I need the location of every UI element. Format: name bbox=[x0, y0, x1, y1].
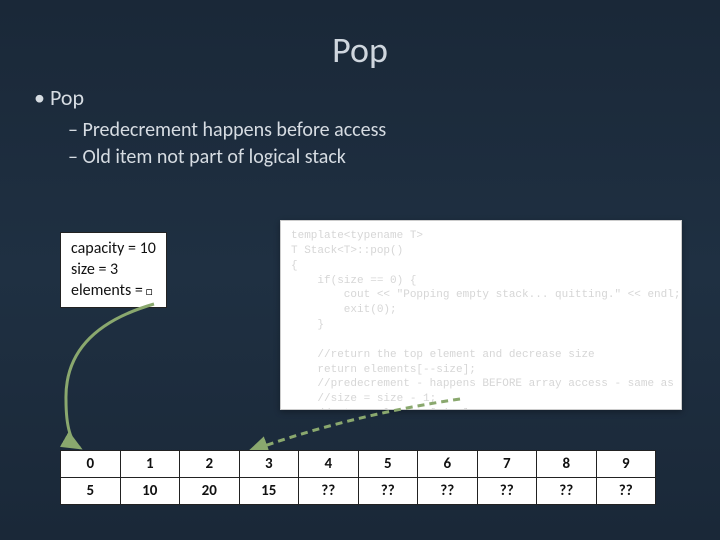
table-cell: 0 bbox=[61, 451, 121, 478]
state-size: size = 3 bbox=[71, 260, 156, 281]
table-cell: ?? bbox=[358, 478, 418, 505]
code-line: T Stack<T>::pop() bbox=[291, 245, 403, 257]
bullet-sub-1: Predecrement happens before access bbox=[68, 117, 720, 144]
table-cell: 5 bbox=[61, 478, 121, 505]
bullet-sub-2: Old item not part of logical stack bbox=[68, 144, 720, 171]
code-line: //return elements[size]; bbox=[291, 408, 476, 410]
table-cell: 9 bbox=[596, 451, 656, 478]
table-cell: ?? bbox=[477, 478, 537, 505]
table-cell: 5 bbox=[358, 451, 418, 478]
code-line: //return the top element and decrease si… bbox=[291, 349, 595, 361]
code-line: template<typename T> bbox=[291, 230, 423, 242]
code-line: if(size == 0) { bbox=[291, 275, 416, 287]
table-cell: 20 bbox=[180, 478, 240, 505]
page-title: Pop bbox=[0, 0, 720, 72]
code-line: exit(0); bbox=[291, 304, 397, 316]
code-line: cout << "Popping empty stack... quitting… bbox=[291, 289, 680, 301]
table-cell: 8 bbox=[537, 451, 597, 478]
table-cell: ?? bbox=[418, 478, 478, 505]
table-cell: ?? bbox=[299, 478, 359, 505]
array-table: 0 1 2 3 4 5 6 7 8 9 5 10 20 15 ?? ?? ?? … bbox=[60, 450, 656, 505]
table-cell: 15 bbox=[239, 478, 299, 505]
code-line: } bbox=[291, 319, 324, 331]
state-elements: elements = bbox=[71, 281, 156, 302]
code-line: //predecrement - happens BEFORE array ac… bbox=[291, 378, 674, 390]
code-line: { bbox=[291, 260, 298, 272]
bullet-list: Pop Predecrement happens before access O… bbox=[0, 72, 720, 171]
table-cell: 6 bbox=[418, 451, 478, 478]
table-cell: 10 bbox=[120, 478, 180, 505]
table-cell: 7 bbox=[477, 451, 537, 478]
table-cell: 4 bbox=[299, 451, 359, 478]
table-cell: 1 bbox=[120, 451, 180, 478]
arrow-solid-icon bbox=[54, 300, 174, 460]
table-row-values: 5 10 20 15 ?? ?? ?? ?? ?? ?? bbox=[61, 478, 656, 505]
code-snippet: template<typename T> T Stack<T>::pop() {… bbox=[280, 220, 682, 410]
code-line: //size = size - 1; bbox=[291, 393, 436, 405]
code-line: return elements[--size]; bbox=[291, 364, 476, 376]
state-box: capacity = 10 size = 3 elements = bbox=[60, 232, 167, 308]
table-cell: 2 bbox=[180, 451, 240, 478]
table-cell: 3 bbox=[239, 451, 299, 478]
table-cell: ?? bbox=[537, 478, 597, 505]
table-cell: ?? bbox=[596, 478, 656, 505]
table-row-indices: 0 1 2 3 4 5 6 7 8 9 bbox=[61, 451, 656, 478]
state-capacity: capacity = 10 bbox=[71, 239, 156, 260]
bullet-main: Pop bbox=[34, 84, 720, 111]
